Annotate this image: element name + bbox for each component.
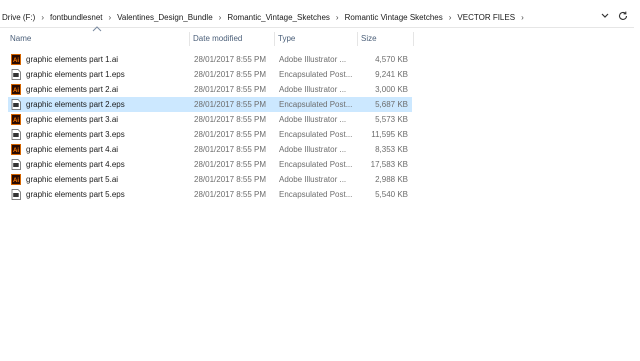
column-header-type[interactable]: Type	[276, 31, 358, 47]
file-name: graphic elements part 5.eps	[26, 190, 125, 199]
column-divider[interactable]	[189, 32, 190, 46]
file-date: 28/01/2017 8:55 PM	[194, 55, 267, 64]
file-type: Encapsulated Post...	[279, 190, 353, 199]
svg-text:Ai: Ai	[13, 88, 19, 94]
eps-file-icon	[11, 69, 21, 80]
file-row[interactable]: Ai graphic elements part 4.ai 28/01/2017…	[8, 142, 412, 157]
illustrator-file-icon: Ai	[11, 84, 21, 95]
breadcrumb: Drive (F:) › fontbundlesnet › Valentines…	[0, 10, 528, 24]
breadcrumb-romantic-vintage-sketches-folder[interactable]: Romantic_Vintage_Sketches	[225, 13, 332, 22]
file-date: 28/01/2017 8:55 PM	[194, 145, 267, 154]
file-row[interactable]: Ai graphic elements part 1.ai 28/01/2017…	[8, 52, 412, 67]
breadcrumb-fontbundlesnet[interactable]: fontbundlesnet	[48, 13, 105, 22]
file-date: 28/01/2017 8:55 PM	[194, 100, 267, 109]
breadcrumb-vector-files[interactable]: VECTOR FILES	[455, 13, 517, 22]
illustrator-file-icon: Ai	[11, 174, 21, 185]
column-header-name-label: Name	[10, 34, 32, 43]
file-date: 28/01/2017 8:55 PM	[194, 130, 267, 139]
column-header-size-label: Size	[361, 34, 377, 43]
file-date: 28/01/2017 8:55 PM	[194, 175, 267, 184]
file-size: 11,595 KB	[371, 130, 408, 139]
file-row[interactable]: graphic elements part 3.eps 28/01/2017 8…	[8, 127, 412, 142]
file-size: 5,687 KB	[375, 100, 408, 109]
file-size: 5,540 KB	[375, 190, 408, 199]
breadcrumb-drive[interactable]: Drive (F:)	[0, 13, 37, 22]
file-size: 17,583 KB	[370, 160, 408, 169]
file-size: 2,988 KB	[375, 175, 408, 184]
eps-file-icon	[11, 99, 21, 110]
file-name: graphic elements part 2.ai	[26, 85, 119, 94]
file-size: 8,353 KB	[375, 145, 408, 154]
illustrator-file-icon: Ai	[11, 144, 21, 155]
chevron-right-icon[interactable]: ›	[215, 13, 226, 22]
chevron-right-icon[interactable]: ›	[105, 13, 116, 22]
svg-text:Ai: Ai	[13, 178, 19, 184]
file-type: Adobe Illustrator ...	[279, 85, 347, 94]
file-row[interactable]: Ai graphic elements part 2.ai 28/01/2017…	[8, 82, 412, 97]
file-date: 28/01/2017 8:55 PM	[194, 190, 267, 199]
file-name: graphic elements part 5.ai	[26, 175, 119, 184]
file-name: graphic elements part 2.eps	[26, 100, 125, 109]
file-row-selected[interactable]: graphic elements part 2.eps 28/01/2017 8…	[8, 97, 412, 112]
chevron-right-icon[interactable]: ›	[332, 13, 343, 22]
address-bar[interactable]: Drive (F:) › fontbundlesnet › Valentines…	[0, 6, 634, 28]
eps-file-icon	[11, 189, 21, 200]
file-row[interactable]: Ai graphic elements part 5.ai 28/01/2017…	[8, 172, 412, 187]
svg-text:Ai: Ai	[13, 118, 19, 124]
column-header-row: Name Date modified Type Size	[0, 31, 420, 47]
illustrator-file-icon: Ai	[11, 114, 21, 125]
column-header-size[interactable]: Size	[359, 31, 414, 47]
column-header-type-label: Type	[278, 34, 296, 43]
file-date: 28/01/2017 8:55 PM	[194, 85, 267, 94]
file-name: graphic elements part 1.ai	[26, 55, 119, 64]
chevron-down-icon[interactable]	[598, 9, 612, 23]
file-name: graphic elements part 3.eps	[26, 130, 125, 139]
file-date: 28/01/2017 8:55 PM	[194, 70, 267, 79]
file-size: 5,573 KB	[375, 115, 408, 124]
file-size: 9,241 KB	[375, 70, 408, 79]
file-row[interactable]: graphic elements part 4.eps 28/01/2017 8…	[8, 157, 412, 172]
file-type: Adobe Illustrator ...	[279, 175, 347, 184]
column-divider[interactable]	[274, 32, 275, 46]
breadcrumb-valentines[interactable]: Valentines_Design_Bundle	[115, 13, 214, 22]
file-name: graphic elements part 3.ai	[26, 115, 119, 124]
column-header-date-label: Date modified	[193, 34, 243, 43]
file-name: graphic elements part 1.eps	[26, 70, 125, 79]
refresh-icon[interactable]	[616, 9, 630, 23]
svg-text:Ai: Ai	[13, 148, 19, 154]
column-divider[interactable]	[413, 32, 414, 46]
breadcrumb-romantic-vintage-sketches[interactable]: Romantic Vintage Sketches	[343, 13, 445, 22]
column-header-date[interactable]: Date modified	[191, 31, 275, 47]
file-row[interactable]: graphic elements part 1.eps 28/01/2017 8…	[8, 67, 412, 82]
file-type: Adobe Illustrator ...	[279, 145, 347, 154]
file-date: 28/01/2017 8:55 PM	[194, 160, 267, 169]
file-name: graphic elements part 4.eps	[26, 160, 125, 169]
eps-file-icon	[11, 129, 21, 140]
file-date: 28/01/2017 8:55 PM	[194, 115, 267, 124]
file-type: Encapsulated Post...	[279, 160, 353, 169]
column-header-name[interactable]: Name	[8, 31, 190, 47]
file-size: 4,570 KB	[375, 55, 408, 64]
file-name: graphic elements part 4.ai	[26, 145, 119, 154]
chevron-right-icon[interactable]: ›	[445, 13, 456, 22]
file-type: Encapsulated Post...	[279, 100, 353, 109]
svg-text:Ai: Ai	[13, 58, 19, 64]
file-type: Adobe Illustrator ...	[279, 115, 347, 124]
file-type: Encapsulated Post...	[279, 130, 353, 139]
file-type: Encapsulated Post...	[279, 70, 353, 79]
eps-file-icon	[11, 159, 21, 170]
column-divider[interactable]	[357, 32, 358, 46]
chevron-right-icon[interactable]: ›	[517, 13, 528, 22]
file-row[interactable]: graphic elements part 5.eps 28/01/2017 8…	[8, 187, 412, 202]
file-size: 3,000 KB	[375, 85, 408, 94]
illustrator-file-icon: Ai	[11, 54, 21, 65]
file-row[interactable]: Ai graphic elements part 3.ai 28/01/2017…	[8, 112, 412, 127]
chevron-right-icon[interactable]: ›	[37, 13, 48, 22]
file-type: Adobe Illustrator ...	[279, 55, 347, 64]
